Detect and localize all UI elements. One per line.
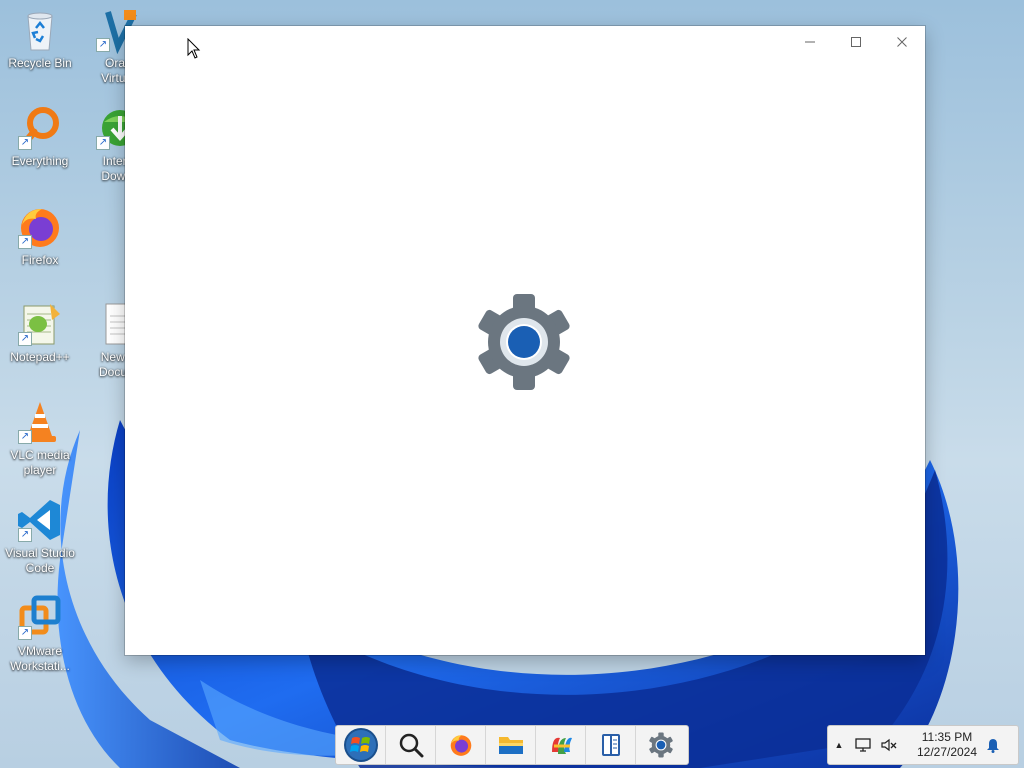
- vscode-icon: ↗: [16, 496, 64, 544]
- shortcut-arrow-icon: ↗: [96, 38, 110, 52]
- desktop-icon-everything[interactable]: ↗ Everything: [0, 104, 80, 169]
- search-button[interactable]: [386, 726, 436, 764]
- firefox-icon: ↗: [16, 203, 64, 251]
- notifications-button[interactable]: [978, 737, 1008, 753]
- close-button[interactable]: [879, 26, 925, 58]
- folder-icon: [498, 737, 523, 754]
- window-controls: [787, 26, 925, 58]
- shortcut-arrow-icon: ↗: [18, 528, 32, 542]
- book-taskbar-button[interactable]: [586, 726, 636, 764]
- volume-tray-button[interactable]: [876, 737, 902, 753]
- file-explorer-taskbar-button[interactable]: [486, 726, 536, 764]
- desktop-icon-label: Visual Studio Code: [5, 546, 75, 575]
- desktop-icon-label: VLC media player: [10, 448, 70, 477]
- gear-icon: [649, 732, 673, 758]
- vmware-icon: ↗: [16, 594, 64, 642]
- app-taskbar-button[interactable]: [536, 726, 586, 764]
- network-tray-button[interactable]: [850, 737, 876, 753]
- desktop-icon-label: Notepad++: [10, 350, 70, 364]
- desktop-icon-notepadpp[interactable]: ↗ Notepad++: [0, 300, 80, 365]
- desktop-icon-label: VMware Workstati...: [10, 644, 70, 673]
- network-icon: [855, 738, 871, 752]
- volume-muted-icon: [881, 738, 897, 752]
- maximize-icon: [851, 37, 861, 47]
- taskbar: [335, 725, 689, 765]
- windows-start-orb-icon: [343, 728, 378, 762]
- minimize-icon: [805, 41, 815, 43]
- firefox-icon: [450, 735, 471, 756]
- desktop-icon-firefox[interactable]: ↗ Firefox: [0, 203, 80, 268]
- desktop-icon-label: Firefox: [21, 253, 59, 267]
- colorful-app-icon: [551, 737, 572, 754]
- tray-overflow-button[interactable]: ▲: [828, 740, 850, 750]
- shortcut-arrow-icon: ↗: [18, 332, 32, 346]
- desktop-icon-vmware[interactable]: ↗ VMware Workstati...: [0, 594, 80, 674]
- clock-time: 11:35 PM: [921, 730, 973, 744]
- maximize-button[interactable]: [833, 26, 879, 58]
- desktop-icon-label: Recycle Bin: [8, 56, 72, 70]
- close-icon: [897, 37, 907, 47]
- search-icon: [399, 733, 423, 758]
- desktop-icon-recycle-bin[interactable]: Recycle Bin: [0, 6, 80, 71]
- settings-gear-icon: [478, 294, 570, 390]
- settings-window[interactable]: [125, 26, 925, 655]
- bell-icon: [987, 739, 999, 753]
- shortcut-arrow-icon: ↗: [18, 626, 32, 640]
- notepadpp-icon: ↗: [16, 300, 64, 348]
- firefox-taskbar-button[interactable]: [436, 726, 486, 764]
- start-button[interactable]: [336, 726, 386, 764]
- shortcut-arrow-icon: ↗: [96, 136, 110, 150]
- clock-date: 12/27/2024: [916, 745, 978, 759]
- shortcut-arrow-icon: ↗: [18, 430, 32, 444]
- shortcut-arrow-icon: ↗: [18, 136, 32, 150]
- system-tray: ▲ 11:35 PM 12/27/2024: [827, 725, 1019, 765]
- minimize-button[interactable]: [787, 26, 833, 58]
- chevron-up-icon: ▲: [834, 740, 844, 750]
- vlc-icon: ↗: [16, 398, 64, 446]
- settings-taskbar-button[interactable]: [636, 726, 686, 764]
- taskbar-clock[interactable]: 11:35 PM 12/27/2024: [916, 730, 978, 760]
- book-icon: [601, 734, 620, 756]
- desktop-icon-vlc[interactable]: ↗ VLC media player: [0, 398, 80, 478]
- shortcut-arrow-icon: ↗: [18, 235, 32, 249]
- recycle-bin-icon: [16, 6, 64, 54]
- desktop-icon-label: Everything: [11, 154, 69, 168]
- desktop-icon-vscode[interactable]: ↗ Visual Studio Code: [0, 496, 80, 576]
- mouse-cursor-icon: [187, 38, 201, 59]
- everything-icon: ↗: [16, 104, 64, 152]
